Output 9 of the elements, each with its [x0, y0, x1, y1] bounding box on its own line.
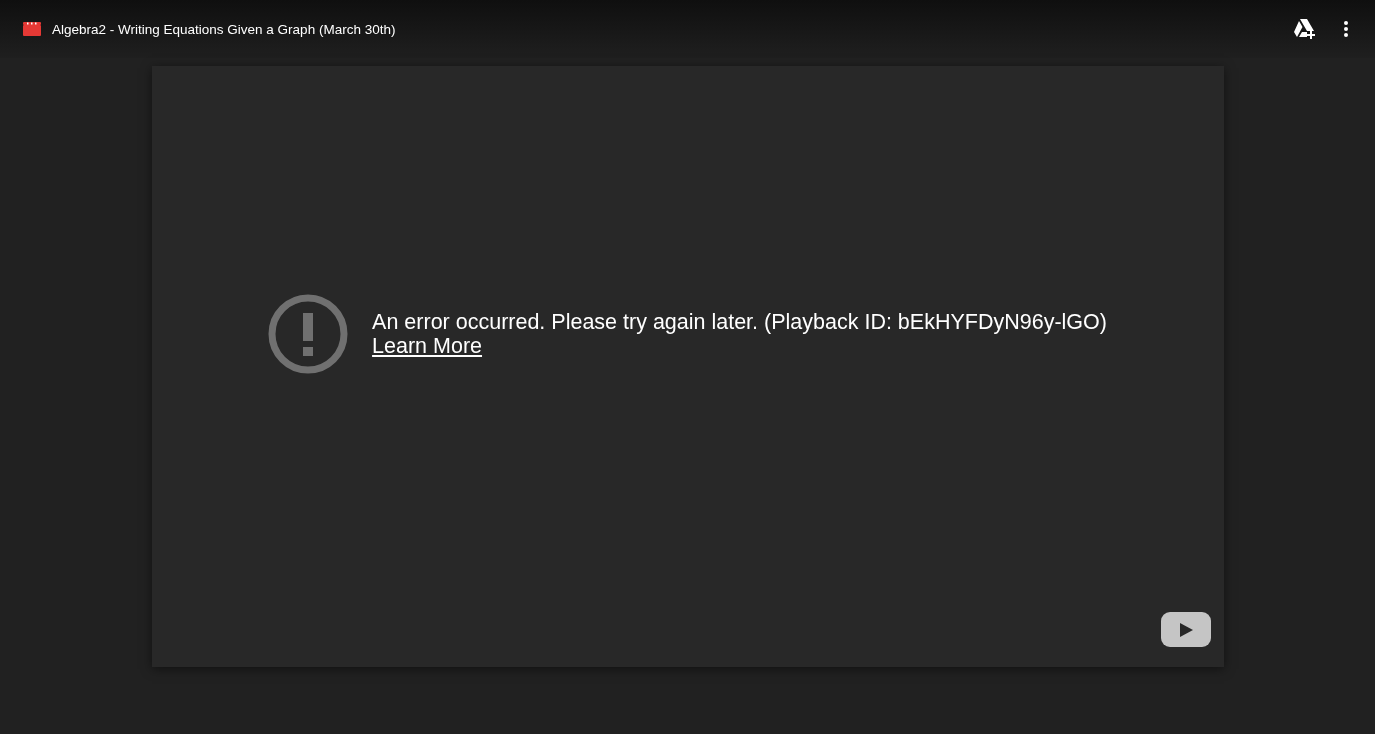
video-title: Algebra2 - Writing Equations Given a Graph (March 30th): [52, 21, 397, 37]
error-message: An error occurred. Please try again later. (Playback ID: bEkHYFDyN96y-lGO): [372, 309, 1107, 334]
play-icon: [1177, 621, 1194, 638]
drive-add-icon: [1293, 18, 1317, 40]
more-options-icon: [1343, 20, 1349, 38]
play-logo-button[interactable]: [1160, 612, 1211, 647]
error-icon: [268, 293, 349, 374]
learn-more-link[interactable]: Learn More: [372, 333, 483, 358]
clapperboard-icon: [23, 22, 41, 36]
